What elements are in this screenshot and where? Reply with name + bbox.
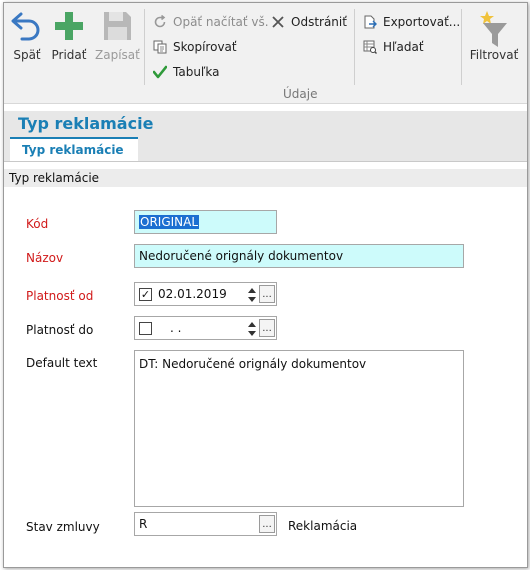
export-label: Exportovať... [383,15,461,29]
close-x-icon [270,14,286,30]
copy-icon [152,39,168,55]
stav-zmluvy-browse-button[interactable]: ... [259,515,275,533]
copy-button[interactable]: Skopírovať [152,38,237,56]
reload-all-label: Opäť načítať vš. [173,15,269,29]
platnost-od-browse-button[interactable]: ... [259,285,275,303]
platnost-do-date-picker[interactable]: . . ... [134,316,277,340]
platnost-do-browse-button[interactable]: ... [259,319,275,337]
window: Späť Pridať Zapísať Opäť načítať vš. Ods… [3,2,528,568]
default-text-label: Default text [26,356,98,370]
ribbon-toolbar: Späť Pridať Zapísať Opäť načítať vš. Ods… [4,3,527,104]
platnost-od-value: 02.01.2019 [158,287,227,301]
ribbon-separator [354,9,355,85]
add-label: Pridať [51,48,87,62]
kod-label: Kód [26,217,49,231]
refresh-icon [152,14,168,30]
copy-label: Skopírovať [173,40,237,54]
back-button[interactable]: Späť [10,9,44,62]
tab-typ-reklamacie[interactable]: Typ reklamácie [10,137,138,161]
back-label: Späť [13,48,41,62]
export-icon [362,14,378,30]
find-button[interactable]: Hľadať [362,38,424,56]
tab-strip: Typ reklamácie [4,137,527,162]
table-button[interactable]: Tabuľka [152,63,220,81]
platnost-od-checkbox[interactable]: ✓ [139,287,152,301]
platnost-do-label: Platnosť do [26,323,94,337]
page-title: Typ reklamácie [18,114,154,133]
kod-value: ORIGINAL [139,215,200,229]
spin-up-down-icon [248,322,256,336]
add-button[interactable]: Pridať [49,9,89,62]
delete-button[interactable]: Odstrániť [270,13,347,31]
save-button[interactable]: Zapísať [95,9,140,62]
ribbon-separator [461,9,462,85]
section-header: Typ reklamácie [4,169,527,187]
nazov-input[interactable]: Nedoručené orignály dokumentov [134,244,464,268]
find-label: Hľadať [383,40,424,54]
save-label: Zapísať [95,48,140,62]
ribbon-group-label: Údaje [283,87,318,101]
reload-all-button[interactable]: Opäť načítať vš. [152,13,269,31]
floppy-disk-icon [100,12,134,46]
stav-zmluvy-value: R [139,517,148,531]
platnost-do-spinner[interactable] [246,319,258,339]
default-text-value: DT: Nedoručené orignály dokumentov [139,357,367,371]
export-button[interactable]: Exportovať... [362,13,460,31]
stav-zmluvy-input[interactable]: R ... [134,512,277,536]
stav-zmluvy-label: Stav zmluvy [26,520,100,534]
find-table-icon [362,39,378,55]
nazov-value: Nedoručené orignály dokumentov [139,249,344,263]
stav-zmluvy-description: Reklamácia [288,519,358,533]
platnost-od-date-picker[interactable]: ✓ 02.01.2019 ... [134,282,277,306]
default-text-area[interactable]: DT: Nedoručené orignály dokumentov [134,350,464,507]
platnost-od-spinner[interactable] [246,285,258,305]
spin-up-down-icon [248,288,256,302]
kod-input[interactable]: ORIGINAL [134,210,277,234]
delete-label: Odstrániť [291,15,347,29]
plus-icon [52,12,86,46]
page-header: Typ reklamácie [4,111,527,137]
ribbon-separator [144,9,145,85]
platnost-od-label: Platnosť od [26,289,94,303]
section-title: Typ reklamácie [9,171,100,185]
table-label: Tabuľka [173,65,220,79]
nazov-label: Názov [26,251,64,265]
platnost-do-checkbox[interactable] [139,321,152,335]
platnost-do-value: . . [170,321,182,335]
filter-button[interactable]: Filtrovať [467,9,521,62]
filter-label: Filtrovať [469,48,519,62]
checkmark-icon [152,64,168,80]
back-arrow-icon [10,12,44,46]
